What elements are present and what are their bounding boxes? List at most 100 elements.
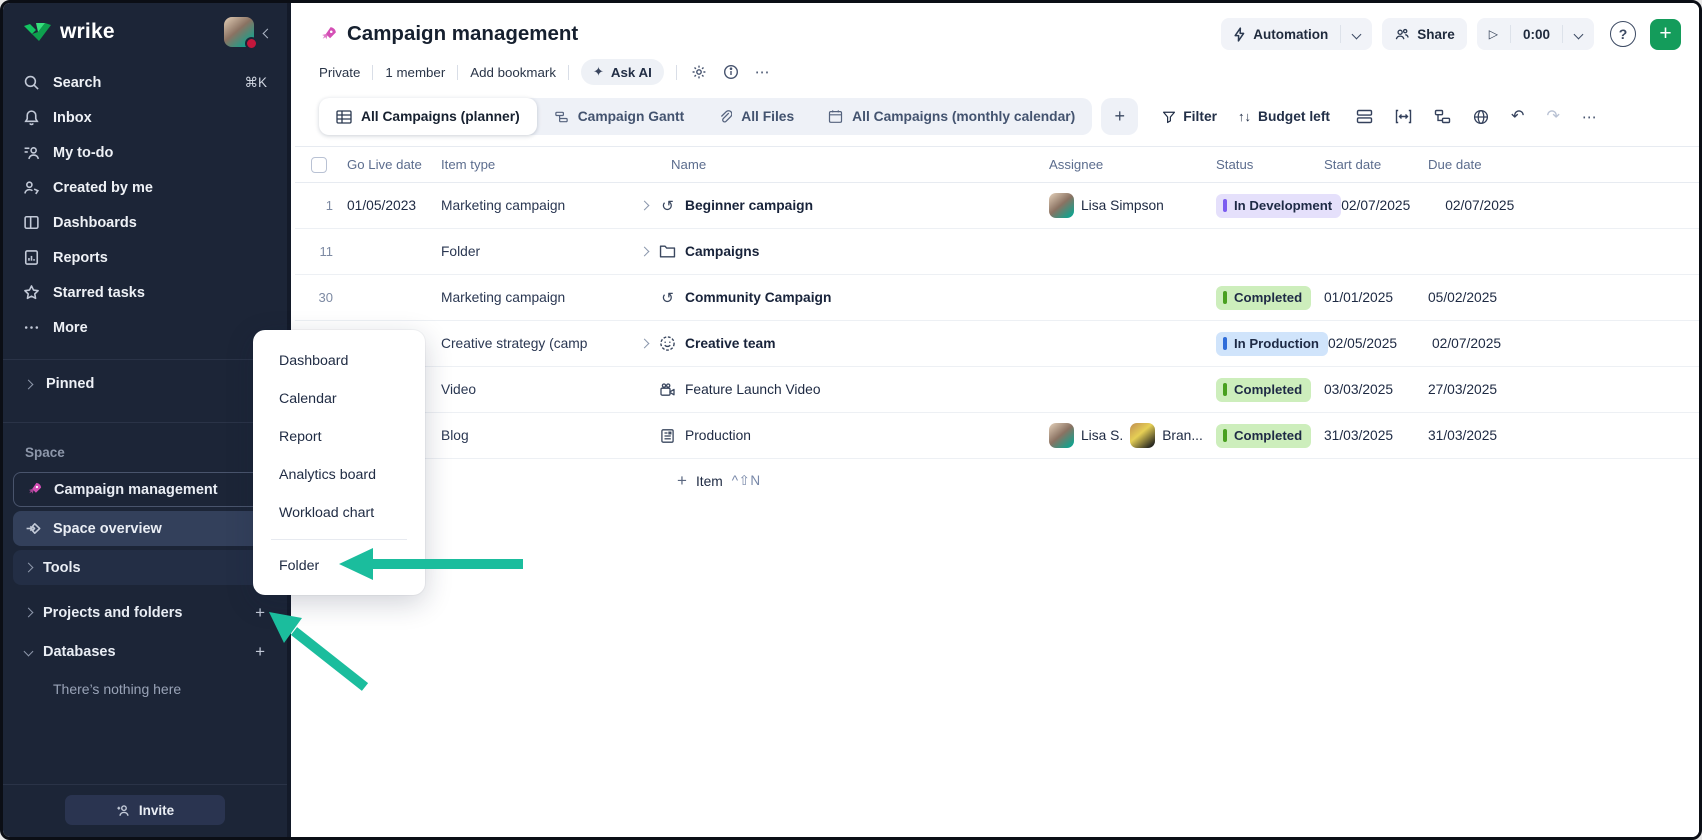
assignee-name: Lisa Simpson	[1081, 198, 1164, 213]
sort-button[interactable]: ↑↓ Budget left	[1238, 109, 1330, 124]
menu-item-folder[interactable]: Folder	[253, 547, 425, 585]
due-date-cell: 02/07/2025	[1432, 336, 1542, 351]
sidebar-item-label: Reports	[53, 250, 267, 266]
timer-play-button[interactable]: ▷	[1477, 18, 1510, 50]
add-database-button[interactable]: +	[255, 642, 265, 662]
assignee-avatar[interactable]	[1049, 423, 1074, 448]
sidebar-item-campaign-management[interactable]: Campaign management	[13, 472, 277, 507]
sidebar-item-created-by-me[interactable]: Created by me	[3, 170, 287, 205]
members-label[interactable]: 1 member	[385, 65, 445, 80]
invite-button[interactable]: Invite	[65, 795, 225, 825]
table-row[interactable]: Video Feature Launch Video Completed 03/…	[295, 367, 1699, 413]
table-row[interactable]: 11 Folder Campaigns	[295, 229, 1699, 275]
status-badge[interactable]: In Production	[1216, 332, 1328, 356]
col-go-live-date[interactable]: Go Live date	[341, 157, 433, 172]
undo-icon[interactable]: ↶	[1511, 109, 1524, 125]
privacy-label[interactable]: Private	[319, 65, 360, 80]
view-more-options-button[interactable]: ⋯	[1582, 108, 1598, 126]
item-type-cell: Folder	[433, 244, 631, 259]
add-project-button[interactable]: +	[255, 603, 265, 623]
sidebar-item-space-overview[interactable]: Space overview	[13, 511, 277, 546]
item-name[interactable]: Feature Launch Video	[685, 382, 821, 397]
status-badge[interactable]: In Development	[1216, 194, 1341, 218]
dashboard-icon	[23, 214, 40, 231]
item-name[interactable]: Creative team	[685, 336, 776, 351]
bell-icon	[23, 109, 40, 126]
gear-icon[interactable]	[691, 64, 707, 80]
table-row[interactable]: 1 01/05/2023 Marketing campaign ↺ Beginn…	[295, 183, 1699, 229]
share-button[interactable]: Share	[1382, 18, 1467, 50]
menu-item-dashboard[interactable]: Dashboard	[253, 342, 425, 380]
sidebar-item-search[interactable]: Search ⌘K	[3, 65, 287, 100]
globe-icon[interactable]	[1473, 109, 1489, 125]
sidebar-section-pinned[interactable]: Pinned	[3, 360, 287, 408]
item-name[interactable]: Beginner campaign	[685, 198, 813, 213]
user-avatar[interactable]	[224, 17, 254, 47]
status-badge[interactable]: Completed	[1216, 286, 1311, 310]
sidebar-item-projects-and-folders[interactable]: Projects and folders +	[13, 595, 277, 630]
menu-item-analytics-board[interactable]: Analytics board	[253, 456, 425, 494]
subitems-icon[interactable]	[1434, 109, 1451, 124]
wrike-logo[interactable]: wrike	[23, 20, 224, 44]
sidebar-item-more[interactable]: More	[3, 310, 287, 345]
menu-divider	[271, 539, 407, 540]
item-name[interactable]: Production	[685, 428, 751, 443]
col-start-date[interactable]: Start date	[1324, 157, 1428, 172]
col-status[interactable]: Status	[1216, 157, 1324, 172]
sidebar-item-my-todo[interactable]: My to-do	[3, 135, 287, 170]
automation-button[interactable]: Automation	[1221, 18, 1340, 50]
col-item-type[interactable]: Item type	[433, 157, 631, 172]
expand-chevron-icon[interactable]	[640, 247, 650, 257]
column-width-icon[interactable]	[1395, 109, 1412, 124]
search-shortcut: ⌘K	[244, 75, 267, 91]
table-row[interactable]: 30 Marketing campaign ↺ Community Campai…	[295, 275, 1699, 321]
timer-value[interactable]: 0:00	[1511, 18, 1562, 50]
tab-all-campaigns-monthly-calendar[interactable]: All Campaigns (monthly calendar)	[811, 98, 1092, 135]
tab-all-campaigns-planner[interactable]: All Campaigns (planner)	[319, 98, 537, 135]
status-badge[interactable]: Completed	[1216, 424, 1311, 448]
sidebar-item-tools[interactable]: Tools +	[13, 550, 277, 585]
col-due-date[interactable]: Due date	[1428, 157, 1538, 172]
add-bookmark-button[interactable]: Add bookmark	[470, 65, 556, 80]
sidebar-collapse-button[interactable]	[264, 24, 271, 41]
add-item-button[interactable]: + Item ^⇧N	[295, 459, 1699, 503]
automation-dropdown-button[interactable]	[1341, 18, 1372, 50]
assignee-avatar[interactable]	[1130, 423, 1155, 448]
menu-item-calendar[interactable]: Calendar	[253, 380, 425, 418]
timer-dropdown-button[interactable]	[1563, 18, 1594, 50]
status-label: In Production	[1234, 336, 1319, 351]
sidebar-item-starred-tasks[interactable]: Starred tasks	[3, 275, 287, 310]
add-tool-context-menu: Dashboard Calendar Report Analytics boar…	[253, 330, 425, 595]
col-assignee[interactable]: Assignee	[1049, 157, 1216, 172]
status-badge[interactable]: Completed	[1216, 378, 1311, 402]
sidebar-item-databases[interactable]: Databases +	[13, 634, 277, 669]
create-new-button[interactable]: +	[1650, 19, 1681, 50]
table-row[interactable]: Creative strategy (camp Creative team In…	[295, 321, 1699, 367]
ask-ai-button[interactable]: ✦ Ask AI	[581, 59, 664, 85]
sparkle-icon: ✦	[593, 64, 604, 80]
info-icon[interactable]	[723, 64, 739, 80]
tab-all-files[interactable]: All Files	[701, 98, 811, 135]
sidebar-item-dashboards[interactable]: Dashboards	[3, 205, 287, 240]
item-name[interactable]: Campaigns	[685, 244, 759, 259]
expand-chevron-icon[interactable]	[640, 339, 650, 349]
item-name[interactable]: Community Campaign	[685, 290, 831, 305]
help-button[interactable]: ?	[1610, 21, 1636, 47]
select-all-checkbox[interactable]	[311, 157, 327, 173]
col-name[interactable]: Name	[631, 157, 1049, 172]
add-view-button[interactable]: +	[1101, 98, 1138, 135]
sidebar-item-reports[interactable]: Reports	[3, 240, 287, 275]
more-options-button[interactable]: ⋯	[755, 63, 771, 81]
view-tabs: All Campaigns (planner) Campaign Gantt A…	[319, 98, 1092, 135]
paperclip-icon	[718, 109, 732, 124]
row-height-icon[interactable]	[1356, 109, 1373, 124]
tab-campaign-gantt[interactable]: Campaign Gantt	[537, 98, 702, 135]
expand-chevron-icon[interactable]	[640, 201, 650, 211]
sidebar-item-inbox[interactable]: Inbox	[3, 100, 287, 135]
filter-button[interactable]: Filter	[1162, 109, 1217, 124]
table-row[interactable]: Blog Production Lisa S. Bran... Complete…	[295, 413, 1699, 459]
menu-item-workload-chart[interactable]: Workload chart	[253, 494, 425, 532]
assignee-avatar[interactable]	[1049, 193, 1074, 218]
redo-icon[interactable]: ↷	[1546, 109, 1559, 125]
menu-item-report[interactable]: Report	[253, 418, 425, 456]
